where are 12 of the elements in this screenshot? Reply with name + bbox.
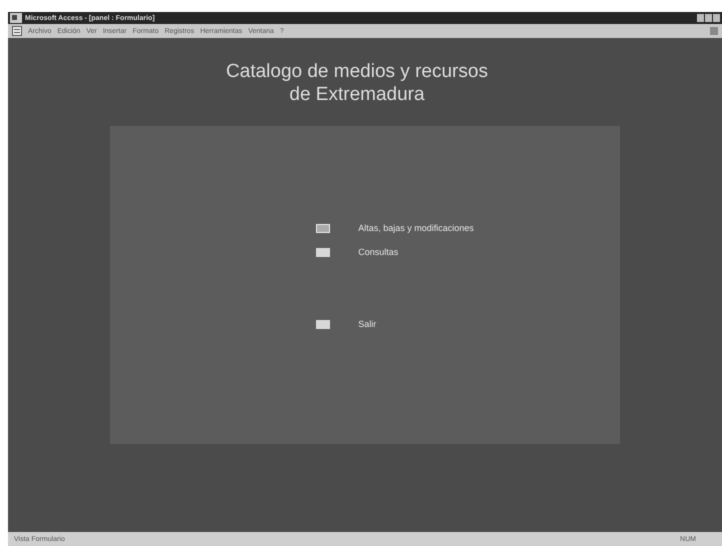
- maximize-button[interactable]: [705, 14, 712, 22]
- option-label: Altas, bajas y modificaciones: [358, 223, 474, 233]
- form-icon: [12, 26, 22, 36]
- restore-button[interactable]: [710, 27, 718, 35]
- minimize-button[interactable]: [697, 14, 704, 22]
- option-button[interactable]: [316, 248, 330, 256]
- close-button[interactable]: [713, 14, 720, 22]
- option-label: Salir: [358, 319, 376, 329]
- option-button[interactable]: [316, 320, 330, 328]
- option-button[interactable]: [316, 224, 330, 232]
- form-title: Catalogo de medios y recursos de Extremadura: [226, 60, 488, 106]
- option-label: Consultas: [358, 247, 398, 257]
